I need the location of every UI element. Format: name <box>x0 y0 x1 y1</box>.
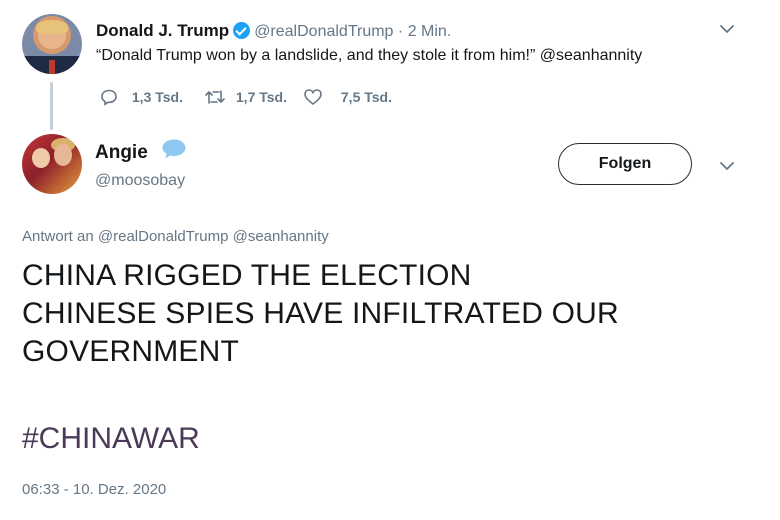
reply-to-line: Antwort an @realDonaldTrump @seanhannity <box>22 228 329 245</box>
tweet-body-line: CHINA RIGGED THE ELECTION <box>22 259 472 292</box>
verified-badge-icon <box>233 22 251 39</box>
reply-count: 1,3 Tsd. <box>131 89 183 105</box>
heart-icon <box>304 89 322 106</box>
reply-action[interactable]: 1,3 Tsd. <box>100 88 183 106</box>
retweet-count: 1,7 Tsd. <box>235 89 287 105</box>
reply-icon <box>101 89 117 106</box>
trump-avatar[interactable] <box>22 14 82 74</box>
angie-avatar[interactable] <box>22 134 82 194</box>
quoted-author-handle[interactable]: @realDonaldTrump <box>254 23 393 40</box>
quoted-tweet-menu[interactable] <box>719 22 735 38</box>
header-separator: · <box>397 23 404 40</box>
quoted-tweet-text: “Donald Trump won by a landslide, and th… <box>96 47 643 64</box>
tweet-body-line: GOVERNMENT <box>22 335 240 368</box>
follow-button[interactable]: Folgen <box>558 143 692 185</box>
reply-to-mentions[interactable]: @realDonaldTrump @seanhannity <box>98 228 329 245</box>
reply-author-name[interactable]: Angie <box>95 142 148 164</box>
reply-to-label: Antwort an <box>22 228 94 245</box>
reply-tweet-menu[interactable] <box>719 159 735 175</box>
retweet-icon <box>205 90 225 104</box>
chevron-down-icon <box>720 25 734 33</box>
quoted-author-name[interactable]: Donald J. Trump <box>96 21 229 40</box>
tweet-body-line: CHINESE SPIES HAVE INFILTRATED OUR <box>22 297 619 330</box>
like-action[interactable]: 7,5 Tsd. <box>303 88 392 106</box>
reply-author-handle[interactable]: @moosobay <box>95 172 185 190</box>
speech-bubble-icon <box>162 139 186 159</box>
hashtag-link[interactable]: #CHINAWAR <box>22 422 200 456</box>
quoted-tweet-time[interactable]: 2 Min. <box>408 23 452 40</box>
thread-connector-line <box>50 82 53 130</box>
like-count: 7,5 Tsd. <box>340 89 392 105</box>
retweet-action[interactable]: 1,7 Tsd. <box>204 88 287 106</box>
tweet-timestamp[interactable]: 06:33 - 10. Dez. 2020 <box>22 481 166 498</box>
chevron-down-icon <box>720 162 734 170</box>
quoted-tweet-header: Donald J. Trump @realDonaldTrump · 2 Min. <box>96 21 451 41</box>
tweet-body: CHINA RIGGED THE ELECTION CHINESE SPIES … <box>22 257 762 371</box>
